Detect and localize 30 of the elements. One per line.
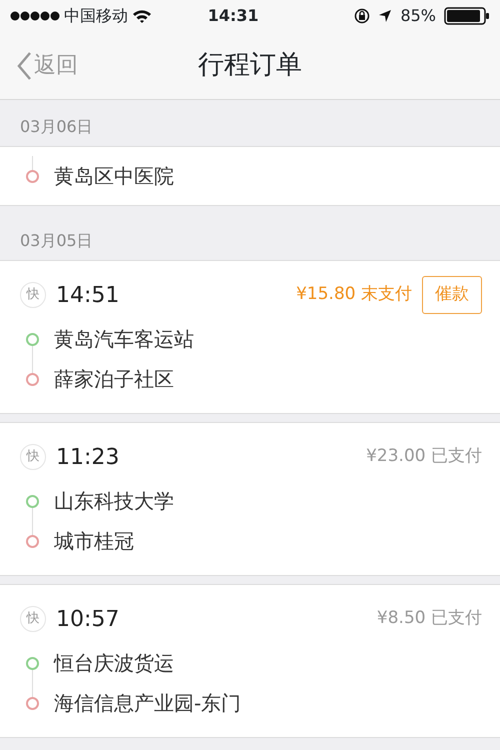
- battery-percent: 85%: [400, 5, 436, 27]
- carrier-name: 中国移动: [64, 5, 128, 27]
- order-price-status: ¥15.80 末支付: [296, 283, 412, 306]
- back-button[interactable]: 返回: [0, 49, 78, 82]
- remind-pay-button[interactable]: 催款: [422, 276, 482, 314]
- type-badge: 快: [20, 444, 46, 470]
- stop-name: 山东科技大学: [54, 488, 174, 515]
- type-badge: 快: [20, 282, 46, 308]
- status-time: 14:31: [206, 5, 260, 27]
- stop-name: 海信信息产业园-东门: [54, 690, 242, 717]
- order-price-status: ¥8.50 已支付: [376, 607, 482, 630]
- stop-name: 城市桂冠: [54, 528, 134, 555]
- battery-icon: [444, 7, 490, 25]
- stop-name: 黄岛汽车客运站: [54, 326, 194, 353]
- order-time: 11:23: [56, 444, 120, 472]
- order-time: 14:51: [56, 282, 120, 310]
- wifi-icon: [132, 8, 152, 24]
- date-header: 03月06日: [20, 116, 93, 138]
- stop-name: 恒台庆波货运: [54, 650, 174, 677]
- stop-name: 黄岛区中医院: [54, 163, 174, 190]
- chevron-left-icon: [16, 50, 32, 80]
- type-badge: 快: [20, 606, 46, 632]
- signal-icon: [10, 10, 60, 22]
- location-arrow-icon: [378, 9, 392, 23]
- order-time: 10:57: [56, 606, 120, 634]
- stop-name: 薛家泊子社区: [54, 366, 174, 393]
- rotation-lock-icon: [354, 8, 370, 24]
- date-header: 03月05日: [20, 230, 93, 252]
- order-price-status: ¥23.00 已支付: [366, 445, 482, 468]
- page-title: 行程订单: [198, 50, 302, 80]
